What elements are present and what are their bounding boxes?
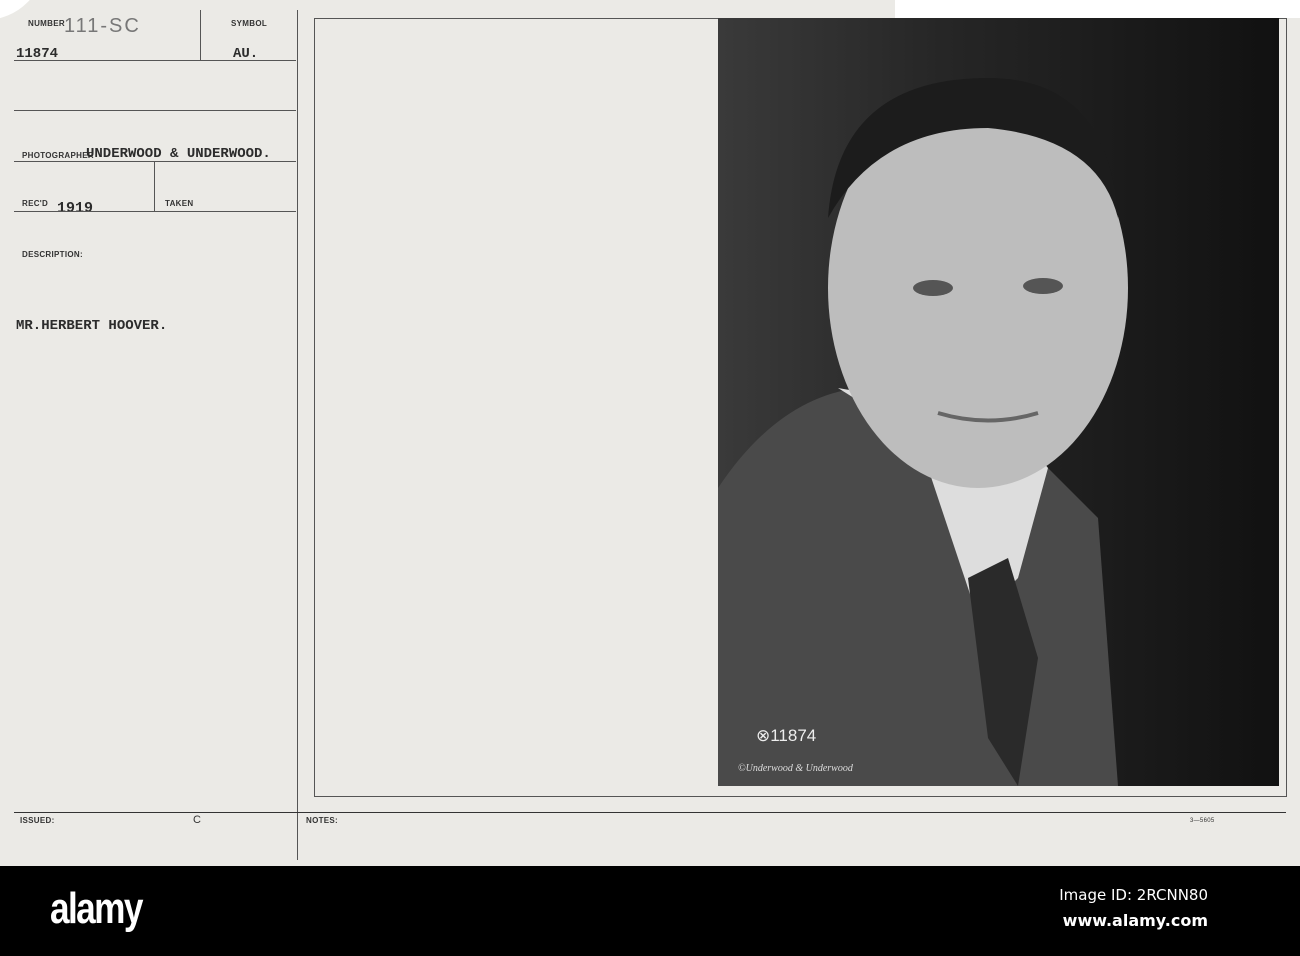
divider xyxy=(14,211,296,212)
description-value: MR.HERBERT HOOVER. xyxy=(16,318,168,334)
recd-value: 1919 xyxy=(57,200,94,217)
divider xyxy=(14,161,296,162)
portrait-illustration xyxy=(718,78,1128,786)
divider xyxy=(14,60,296,61)
form-number: 3—5605 xyxy=(1190,818,1215,824)
card-edge xyxy=(895,0,1300,18)
column-divider xyxy=(297,10,298,860)
divider xyxy=(14,812,1286,813)
symbol-label: SYMBOL xyxy=(231,19,268,28)
photographer-signature: ©Underwood & Underwood xyxy=(738,763,853,774)
issued-mark: C xyxy=(193,814,202,826)
notes-label: NOTES: xyxy=(306,816,339,825)
issued-label: ISSUED: xyxy=(20,816,55,825)
photographer-value: UNDERWOOD & UNDERWOOD. xyxy=(86,146,271,162)
alamy-logo: alamy xyxy=(50,884,143,933)
record-card: NUMBER 111-SC 11874 SYMBOL AU. PHOTOGRAP… xyxy=(0,0,1300,866)
negative-number: ⊗11874 xyxy=(756,726,817,745)
torn-corner xyxy=(0,0,45,20)
recd-label: REC'D xyxy=(22,199,49,208)
site-url: www.alamy.com xyxy=(1062,911,1208,930)
divider xyxy=(14,110,296,111)
divider xyxy=(154,161,155,211)
divider xyxy=(200,10,201,60)
number-label: NUMBER xyxy=(28,19,65,28)
portrait-photo: ⊗11874 ©Underwood & Underwood xyxy=(718,18,1279,786)
description-label: DESCRIPTION: xyxy=(22,250,83,259)
number-handwritten: 111-SC xyxy=(64,15,141,37)
photographer-label: PHOTOGRAPHER xyxy=(22,151,94,160)
watermark-footer: alamy Image ID: 2RCNN80 www.alamy.com xyxy=(0,866,1300,956)
image-id: Image ID: 2RCNN80 xyxy=(1059,886,1208,904)
taken-label: TAKEN xyxy=(165,199,194,208)
